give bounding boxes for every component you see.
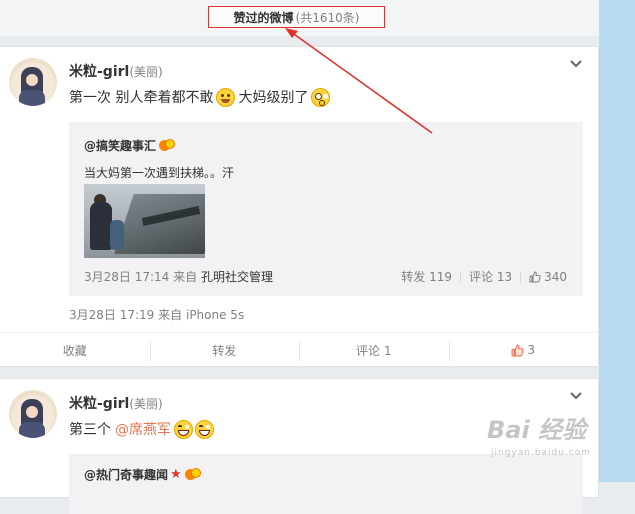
favorite-button[interactable]: 收藏 — [0, 333, 150, 367]
repost-author[interactable]: @搞笑趣事汇 — [84, 137, 176, 154]
repost-meta: 3月28日 17:14 来自 孔明社交管理 — [84, 268, 273, 285]
post-time[interactable]: 3月28日 17:19 — [69, 308, 154, 322]
like-count: 3 — [527, 343, 536, 357]
username-line: 米粒-girl(美丽) — [69, 393, 163, 413]
repost-forward-count[interactable]: 转发 119 — [401, 268, 452, 285]
repost-comment-count[interactable]: 评论 13 — [469, 268, 512, 285]
repost-source[interactable]: 孔明社交管理 — [201, 270, 273, 284]
baidu-watermark: Bai 经验 jingyan.baidu.com — [487, 410, 599, 462]
verified-badge-icon — [159, 138, 176, 153]
repost-like-count[interactable]: 340 — [544, 270, 567, 284]
comment-button[interactable]: 评论 1 — [299, 333, 449, 367]
user-remark: (美丽) — [129, 397, 163, 411]
watermark-url: jingyan.baidu.com — [491, 448, 592, 458]
post-text-part: 大妈级别了 — [238, 90, 309, 106]
post-meta: 3月28日 17:19 来自 iPhone 5s — [69, 306, 244, 323]
repost-author-name[interactable]: @热门奇事趣闻 — [84, 466, 168, 483]
post-text: 第三个 @席燕军 — [69, 419, 217, 439]
weibo-card: 米粒-girl(美丽) 第一次 别人牵着都不敢 大妈级别了 @搞笑趣事汇 当大妈… — [0, 46, 599, 367]
repost-box: @热门奇事趣闻 ★ — [69, 454, 583, 514]
emoji-icon — [174, 419, 193, 439]
username[interactable]: 米粒-girl — [69, 64, 129, 80]
post-text: 第一次 别人牵着都不敢 大妈级别了 — [69, 87, 333, 107]
post-via: 来自 — [158, 308, 183, 322]
chevron-down-icon[interactable] — [569, 388, 583, 402]
liked-posts-header[interactable]: 赞过的微博 (共1610条) — [208, 6, 385, 28]
star-icon: ★ — [170, 467, 182, 482]
mention-link[interactable]: @席燕军 — [115, 419, 171, 439]
liked-posts-title: 赞过的微博 — [233, 10, 294, 25]
repost-via: 来自 — [173, 270, 198, 284]
post-text-part: 第一次 别人牵着都不敢 — [69, 90, 214, 106]
repost-text: 当大妈第一次遇到扶梯。。汗 — [84, 166, 235, 180]
top-bar: 赞过的微博 (共1610条) — [0, 0, 599, 36]
username[interactable]: 米粒-girl — [69, 396, 129, 412]
user-remark: (美丽) — [129, 65, 163, 79]
avatar[interactable] — [9, 390, 57, 438]
emoji-icon — [195, 419, 214, 439]
action-bar: 收藏 转发 评论 1 3 — [0, 332, 598, 367]
emoji-icon — [216, 87, 236, 107]
repost-box: @搞笑趣事汇 当大妈第一次遇到扶梯。。汗 3月28日 17:14 来自 孔明社交… — [69, 122, 583, 296]
repost-author-name[interactable]: @搞笑趣事汇 — [84, 137, 156, 154]
emoji-icon — [311, 87, 331, 107]
post-text-part: 第三个 — [69, 422, 111, 438]
username-line: 米粒-girl(美丽) — [69, 61, 163, 81]
watermark-brand: Bai 经验 — [487, 416, 587, 444]
repost-image[interactable] — [84, 184, 205, 258]
like-button[interactable]: 3 — [448, 333, 599, 367]
thumbs-up-icon — [511, 344, 525, 356]
repost-stats: 转发 119 评论 13 340 — [401, 268, 567, 285]
forward-button[interactable]: 转发 — [149, 333, 300, 367]
post-source[interactable]: iPhone 5s — [186, 308, 244, 322]
liked-posts-count: (共1610条) — [295, 10, 360, 25]
repost-time[interactable]: 3月28日 17:14 — [84, 270, 169, 284]
thumbs-up-icon[interactable] — [529, 270, 541, 283]
verified-badge-icon — [184, 467, 201, 482]
right-background-band — [599, 0, 635, 482]
avatar[interactable] — [9, 58, 57, 106]
chevron-down-icon[interactable] — [569, 56, 583, 70]
repost-author[interactable]: @热门奇事趣闻 ★ — [84, 466, 201, 483]
